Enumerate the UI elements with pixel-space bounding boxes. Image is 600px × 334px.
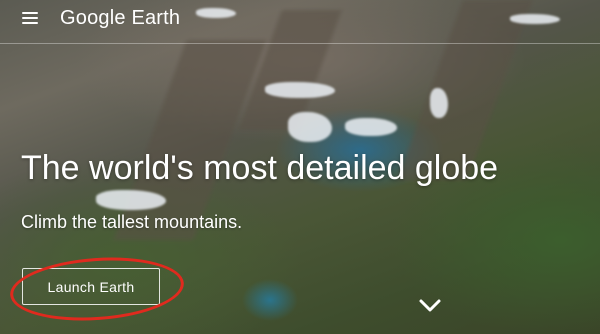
hero-headline: The world's most detailed globe: [21, 149, 499, 187]
launch-earth-button[interactable]: Launch Earth: [22, 268, 160, 305]
top-bar: Google Earth: [0, 0, 600, 36]
hero-subhead: Climb the tallest mountains.: [21, 212, 243, 232]
topbar-divider: [0, 43, 600, 44]
chevron-down-icon[interactable]: [418, 296, 442, 316]
hamburger-menu-icon[interactable]: [22, 12, 38, 24]
brand-title[interactable]: Google Earth: [60, 7, 180, 30]
